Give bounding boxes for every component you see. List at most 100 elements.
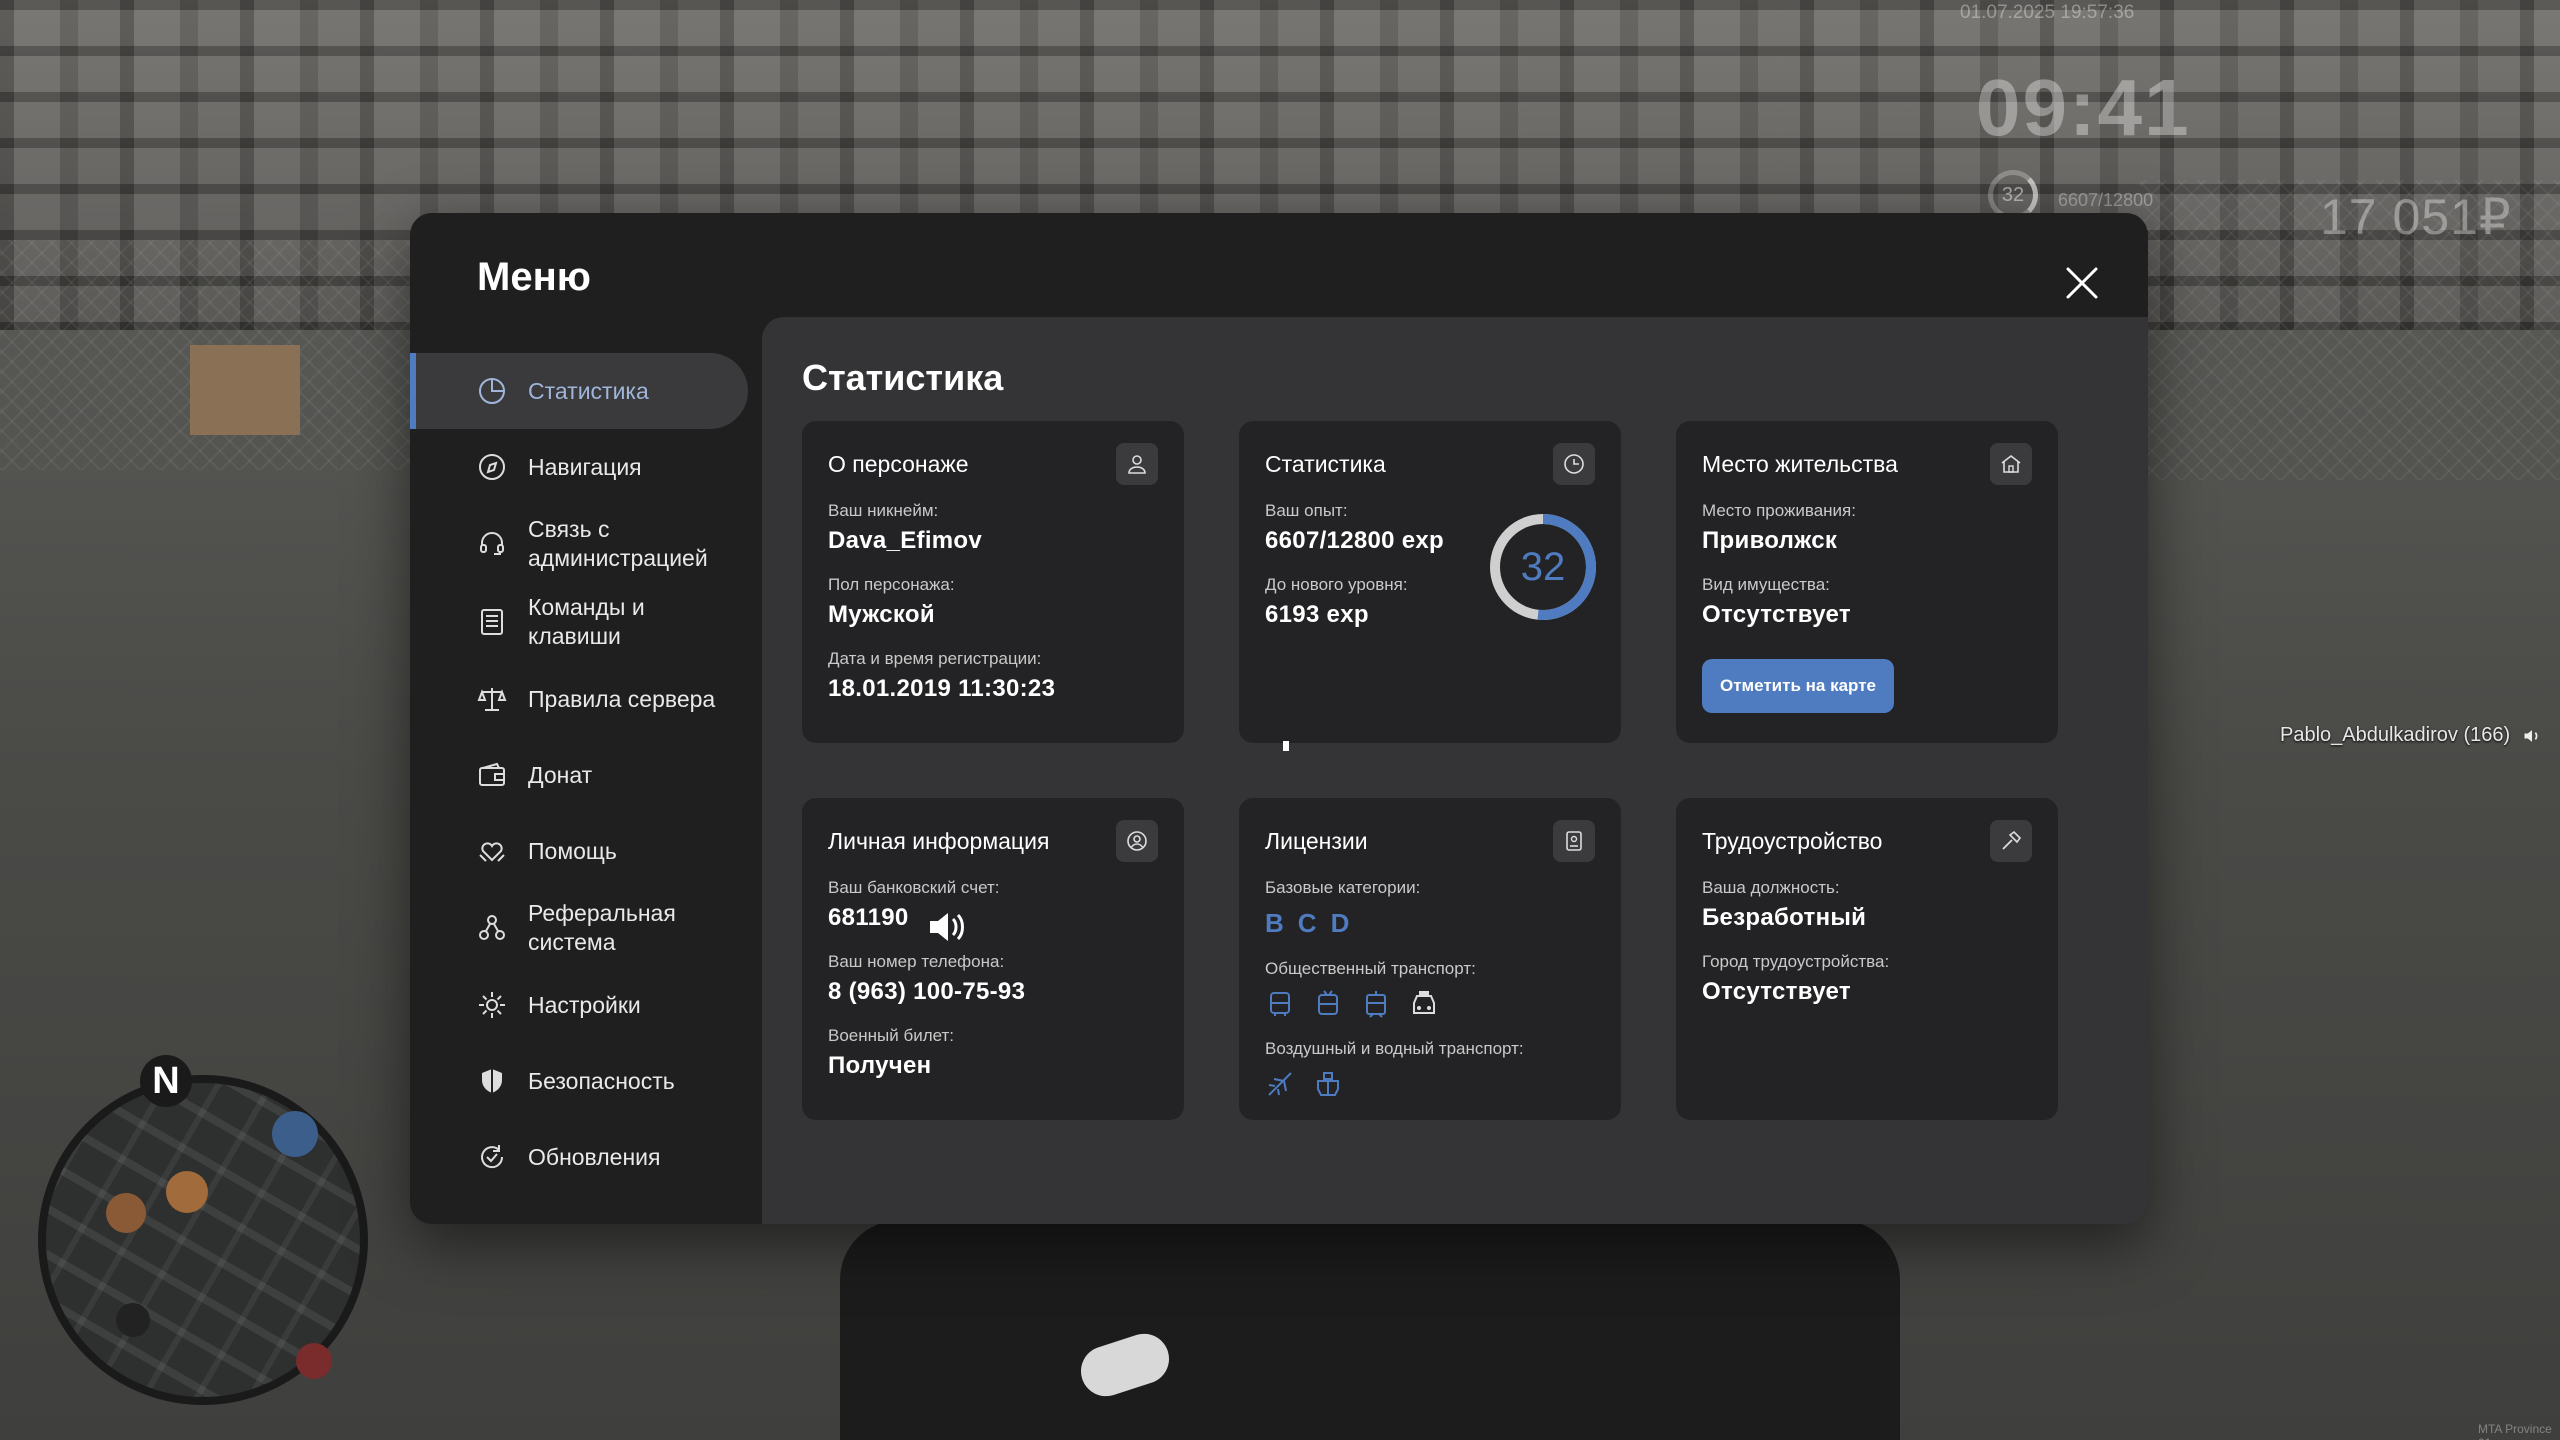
scales-icon bbox=[476, 683, 508, 715]
license-card-icon bbox=[1553, 820, 1595, 862]
wallet-icon bbox=[476, 759, 508, 791]
sidebar-item-label: Реферальная система bbox=[528, 900, 676, 955]
sidebar-item-statistics[interactable]: Статистика bbox=[410, 353, 748, 429]
gender-value: Мужской bbox=[828, 601, 935, 628]
minimap bbox=[38, 1075, 368, 1405]
clock-icon bbox=[1553, 443, 1595, 485]
sidebar-item-label: Безопасность bbox=[528, 1067, 675, 1094]
house-icon bbox=[1990, 443, 2032, 485]
refresh-check-icon bbox=[476, 1141, 508, 1173]
mark-on-map-button[interactable]: Отметить на карте bbox=[1702, 659, 1894, 713]
job-city-label: Город трудоустройства: bbox=[1702, 952, 1890, 971]
taxi-icon bbox=[1413, 991, 1435, 1014]
card-licenses: Лицензии Базовые категории: B C D Общест… bbox=[1239, 798, 1621, 1120]
crate bbox=[190, 345, 300, 435]
military-label: Военный билет: bbox=[828, 1026, 955, 1045]
close-button[interactable] bbox=[2060, 261, 2104, 305]
sidebar-item-commands[interactable]: Команды и клавиши bbox=[410, 583, 750, 661]
phone-value: 8 (963) 100-75-93 bbox=[828, 978, 1026, 1005]
menu-title: Меню bbox=[477, 255, 591, 299]
public-transport-label: Общественный транспорт: bbox=[1265, 959, 1476, 978]
sidebar-item-navigation[interactable]: Навигация bbox=[410, 429, 750, 505]
map-blip-fuel bbox=[116, 1303, 150, 1337]
sidebar-item-rules[interactable]: Правила сервера bbox=[410, 661, 750, 737]
category-c: C bbox=[1297, 908, 1317, 938]
tram-icon bbox=[1366, 991, 1386, 1018]
sidebar-item-help[interactable]: Помощь bbox=[410, 813, 750, 889]
card-title: Личная информация bbox=[828, 827, 1050, 854]
player-name: Pablo_Abdulkadirov (166) bbox=[2280, 724, 2511, 746]
player-nametag: Pablo_Abdulkadirov (166) bbox=[2280, 724, 2542, 747]
residence-label: Место проживания: bbox=[1702, 501, 1856, 520]
bank-account-label: Ваш банковский счет: bbox=[828, 878, 1000, 897]
minimap-north-indicator: N bbox=[140, 1055, 192, 1107]
phone-label: Ваш номер телефона: bbox=[828, 952, 1005, 971]
registration-value: 18.01.2019 11:30:23 bbox=[828, 675, 1056, 702]
map-blip-gas bbox=[296, 1343, 332, 1379]
base-categories-label: Базовые категории: bbox=[1265, 878, 1421, 897]
air-water-label: Воздушный и водный транспорт: bbox=[1265, 1039, 1524, 1058]
property-label: Вид имущества: bbox=[1702, 575, 1830, 594]
sidebar-item-security[interactable]: Безопасность bbox=[410, 1043, 750, 1119]
card-personal-info: Личная информация Ваш банковский счет: 6… bbox=[802, 798, 1184, 1120]
compass-icon bbox=[476, 451, 508, 483]
user-icon bbox=[1116, 443, 1158, 485]
sidebar-item-label: Статистика bbox=[528, 377, 649, 404]
sidebar-item-label: Обновления bbox=[528, 1143, 661, 1170]
menu-window: Меню Статистика Навигация Связь с админи… bbox=[410, 213, 2148, 1224]
card-character: О персонаже Ваш никнейм: Dava_Efimov Пол… bbox=[802, 421, 1184, 743]
map-blip-shop bbox=[166, 1171, 208, 1213]
sidebar-item-donate[interactable]: Донат bbox=[410, 737, 750, 813]
job-city-value: Отсутствует bbox=[1702, 978, 1851, 1005]
public-transport-icons bbox=[1265, 989, 1595, 1019]
map-blip-house bbox=[106, 1193, 146, 1233]
sidebar-item-admin-contact[interactable]: Связь с администрацией bbox=[410, 505, 750, 583]
statistics-panel: Статистика О персонаже Ваш никнейм: Dava… bbox=[762, 317, 2148, 1224]
hud-clock: 09:41 bbox=[1976, 63, 2191, 152]
heart-hands-icon bbox=[476, 835, 508, 867]
mouse-cursor bbox=[1283, 741, 1289, 751]
registration-label: Дата и время регистрации: bbox=[828, 649, 1042, 668]
job-position-label: Ваша должность: bbox=[1702, 878, 1840, 897]
trolleybus-icon bbox=[1318, 990, 1338, 1015]
boat-icon bbox=[1317, 1072, 1339, 1096]
server-watermark: MTA Province 01 bbox=[2478, 1422, 2552, 1440]
gear-icon bbox=[476, 989, 508, 1021]
base-categories: B C D bbox=[1265, 908, 1595, 939]
hud-money: 17 051₽ bbox=[2320, 189, 2512, 245]
level-progress-ring: 32 bbox=[1487, 511, 1599, 623]
nickname-label: Ваш никнейм: bbox=[828, 501, 939, 520]
menu-sidebar: Статистика Навигация Связь с администрац… bbox=[410, 353, 750, 1195]
residence-value: Приволжск bbox=[1702, 527, 1838, 554]
plane-icon bbox=[1268, 1072, 1292, 1096]
car bbox=[840, 1220, 1900, 1440]
document-list-icon bbox=[476, 606, 508, 638]
card-statistics: Статистика Ваш опыт: 6607/12800 exp До н… bbox=[1239, 421, 1621, 743]
page-title: Статистика bbox=[802, 357, 1004, 398]
profile-circle-icon bbox=[1116, 820, 1158, 862]
map-blip-shirt bbox=[272, 1111, 318, 1157]
air-water-icons bbox=[1265, 1069, 1595, 1099]
sidebar-item-label: Связь с администрацией bbox=[528, 516, 708, 571]
card-title: Место жительства bbox=[1702, 450, 1898, 477]
hud-datetime: 01.07.2025 19:57:36 bbox=[1960, 2, 2135, 23]
hammer-icon bbox=[1990, 820, 2032, 862]
sidebar-item-settings[interactable]: Настройки bbox=[410, 967, 750, 1043]
voice-chat-speaker-icon bbox=[930, 913, 964, 941]
card-title: О персонаже bbox=[828, 450, 969, 477]
bank-account-value: 681190 bbox=[828, 904, 909, 931]
military-value: Получен bbox=[828, 1052, 932, 1079]
pie-chart-icon bbox=[476, 375, 508, 407]
headset-icon bbox=[476, 528, 508, 560]
card-title: Лицензии bbox=[1265, 827, 1368, 854]
sidebar-item-referral[interactable]: Реферальная система bbox=[410, 889, 750, 967]
job-position-value: Безработный bbox=[1702, 904, 1867, 931]
sidebar-item-label: Навигация bbox=[528, 453, 642, 480]
sidebar-item-label: Команды и клавиши bbox=[528, 594, 645, 649]
property-value: Отсутствует bbox=[1702, 601, 1851, 628]
shield-icon bbox=[476, 1065, 508, 1097]
sidebar-item-label: Донат bbox=[528, 761, 593, 788]
sidebar-item-label: Помощь bbox=[528, 837, 617, 864]
sidebar-item-updates[interactable]: Обновления bbox=[410, 1119, 750, 1195]
sidebar-item-label: Правила сервера bbox=[528, 685, 716, 712]
